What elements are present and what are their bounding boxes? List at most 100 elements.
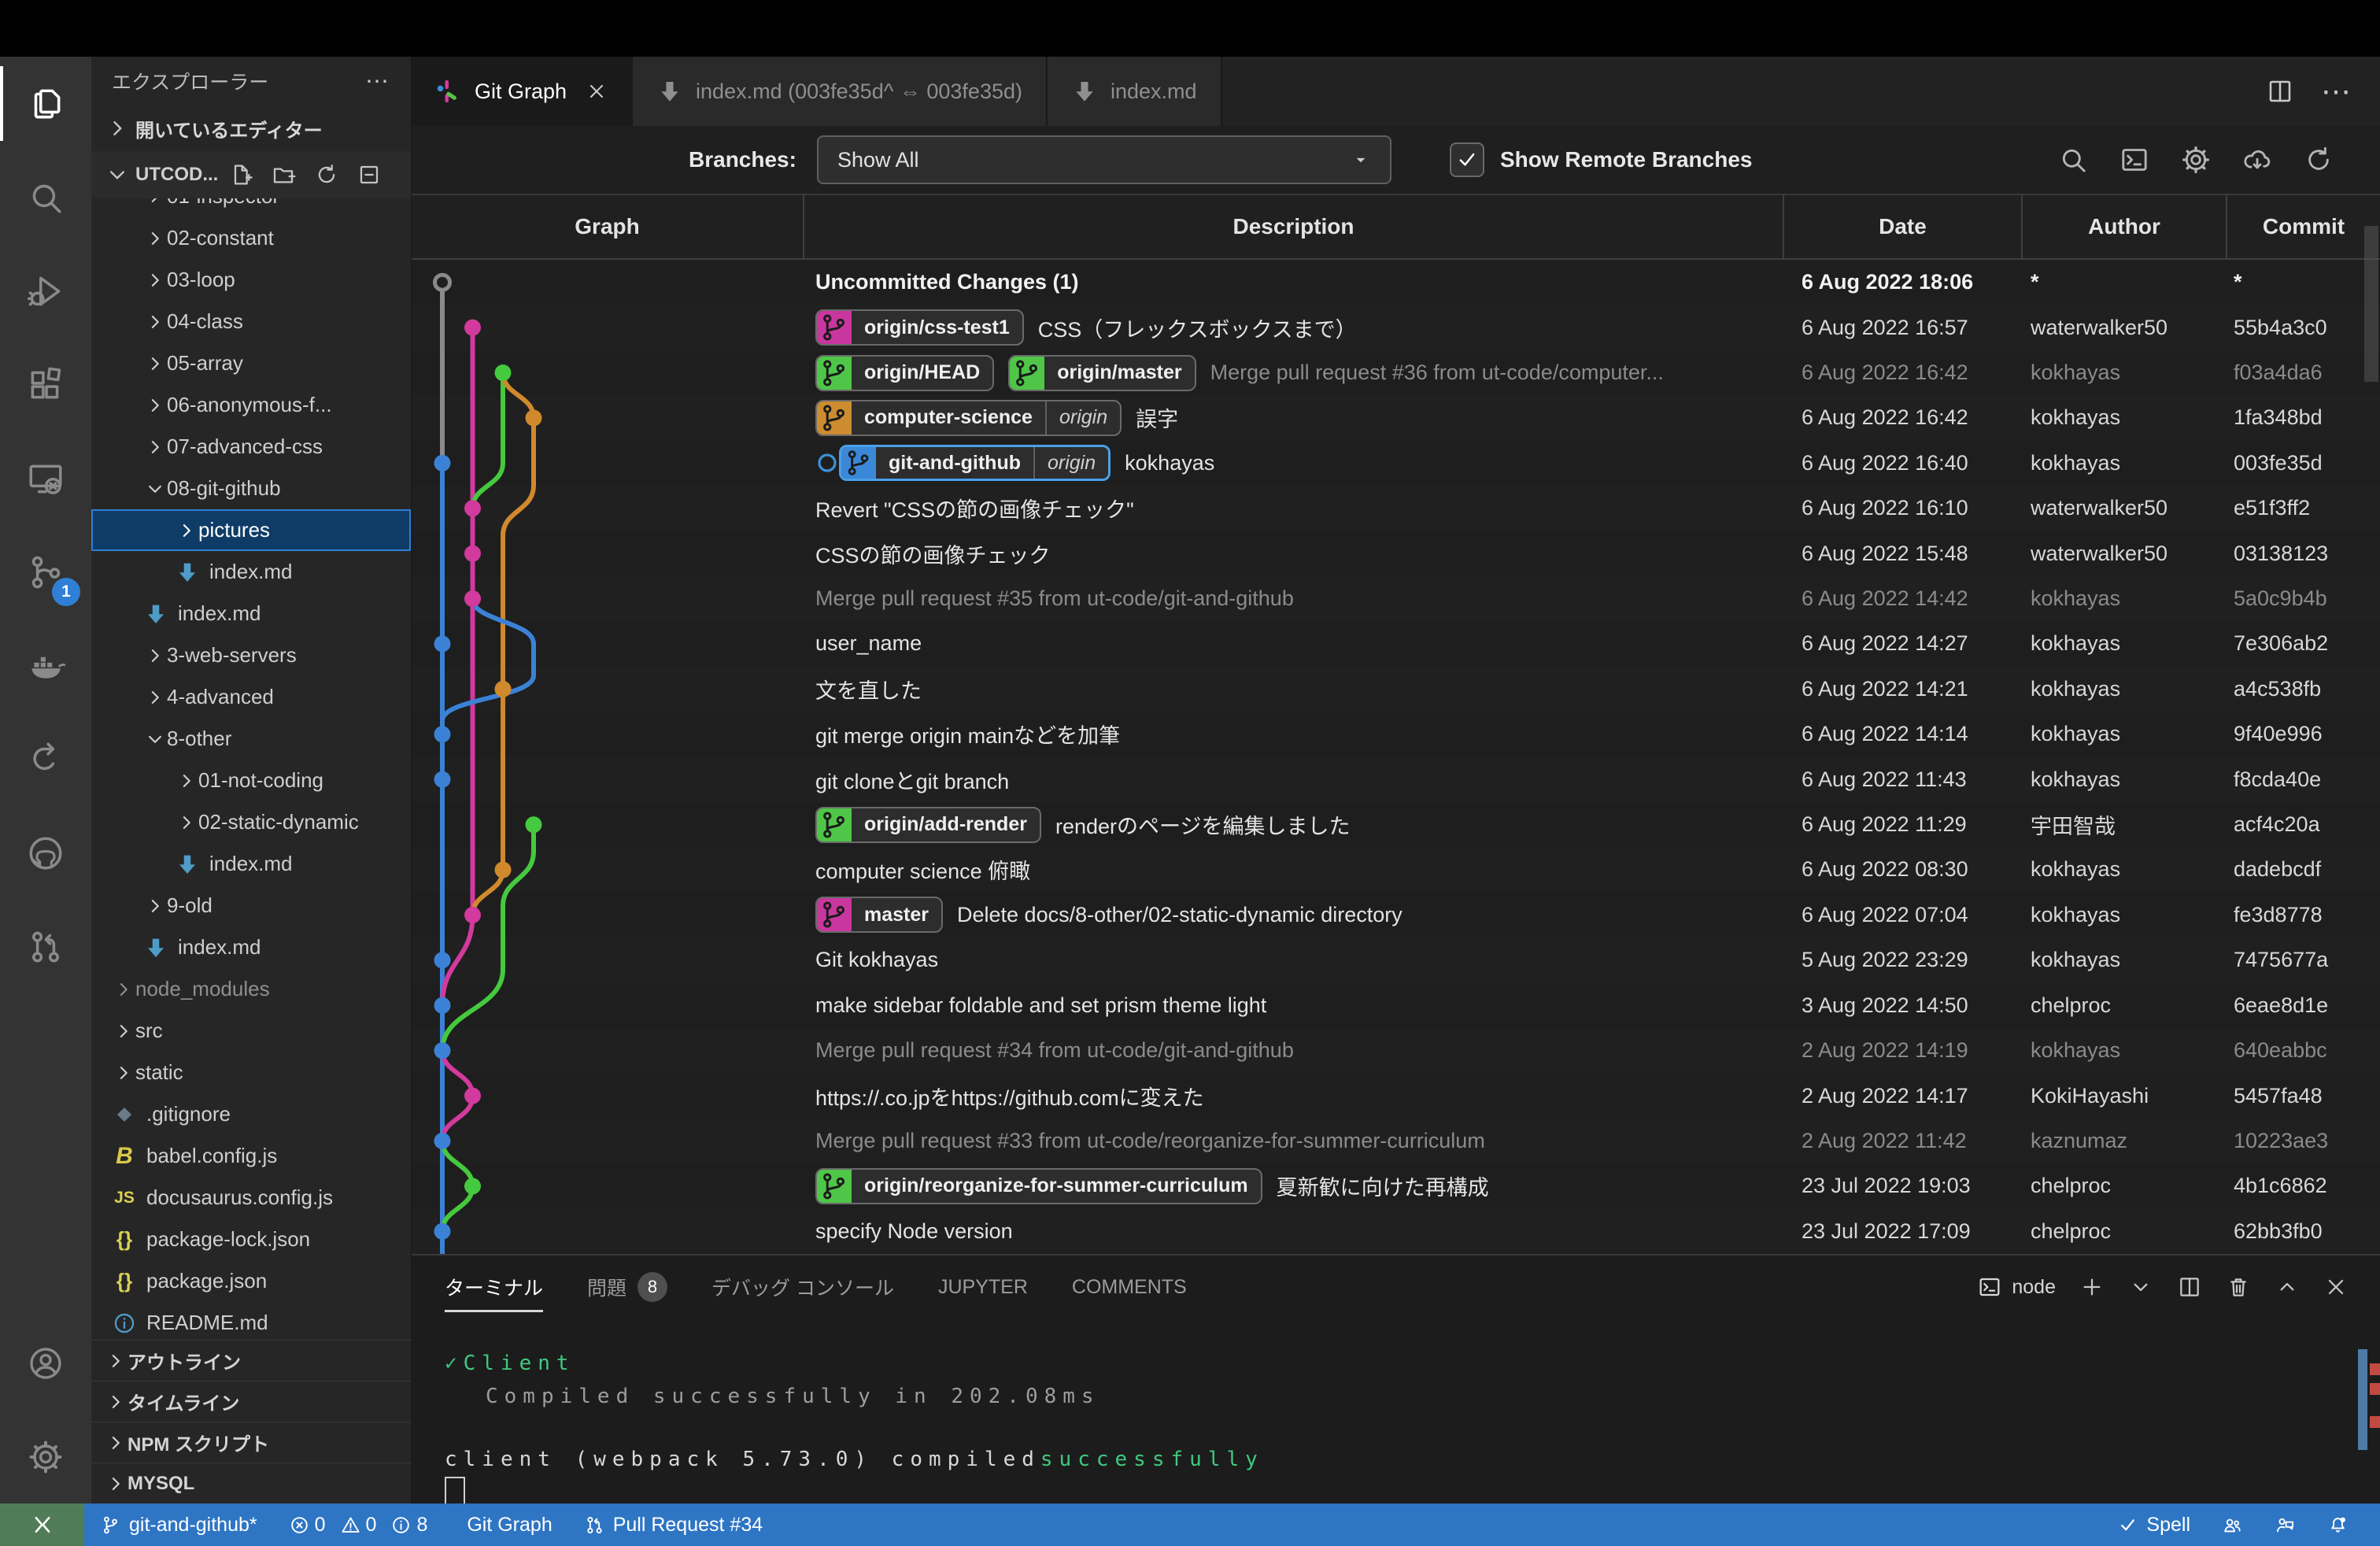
graph-settings-icon[interactable] xyxy=(2180,144,2212,176)
open-editors-section[interactable]: 開いているエディター xyxy=(91,105,411,151)
tree-folder-src[interactable]: src xyxy=(91,1010,411,1052)
tree-folder-8-other[interactable]: 8-other xyxy=(91,718,411,760)
terminal-dropdown-icon[interactable] xyxy=(2128,1274,2153,1300)
tree-file-index.md[interactable]: index.md xyxy=(91,593,411,634)
sidebar-section-アウトライン[interactable]: アウトライン xyxy=(91,1340,411,1381)
split-editor-icon[interactable] xyxy=(2266,77,2294,105)
activity-item-loop-tool[interactable] xyxy=(0,712,91,806)
activity-item-accounts[interactable] xyxy=(0,1316,91,1410)
panel-tab-ターミナル[interactable]: ターミナル xyxy=(445,1256,543,1319)
workspace-root-row[interactable]: UTCOD... xyxy=(91,151,411,198)
panel-tab-JUPYTER[interactable]: JUPYTER xyxy=(938,1256,1028,1319)
branch-label-git-and-github[interactable]: git-and-githuborigin xyxy=(839,445,1111,481)
shell-selector[interactable]: node xyxy=(1977,1274,2056,1300)
column-header-graph[interactable]: Graph xyxy=(412,195,804,258)
tree-file-docusaurus.config.js[interactable]: JSdocusaurus.config.js xyxy=(91,1177,411,1219)
tree-file-index.md[interactable]: index.md xyxy=(91,926,411,968)
panel-tab-デバッグ コンソール[interactable]: デバッグ コンソール xyxy=(711,1256,894,1319)
status-spell[interactable]: Spell xyxy=(2101,1503,2206,1546)
status-pull-request[interactable]: Pull Request #34 xyxy=(568,1503,778,1546)
branch-label-master[interactable]: master xyxy=(815,897,943,933)
tree-file-package-lock.json[interactable]: {}package-lock.json xyxy=(91,1219,411,1260)
refresh-explorer-icon[interactable] xyxy=(314,162,339,187)
tree-folder-07-advanced-css[interactable]: 07-advanced-css xyxy=(91,426,411,468)
tree-folder-02-static-dynamic[interactable]: 02-static-dynamic xyxy=(91,801,411,843)
tree-folder-4-advanced[interactable]: 4-advanced xyxy=(91,676,411,718)
tab-index.md[interactable]: index.md xyxy=(1048,57,1222,126)
activity-item-search[interactable] xyxy=(0,150,91,244)
tree-folder-03-loop[interactable]: 03-loop xyxy=(91,259,411,301)
tree-folder-02-constant[interactable]: 02-constant xyxy=(91,217,411,259)
status-organization[interactable] xyxy=(2206,1503,2259,1546)
tree-folder-01-not-coding[interactable]: 01-not-coding xyxy=(91,760,411,801)
tree-file-.gitignore[interactable]: .gitignore xyxy=(91,1093,411,1135)
tree-folder-01-inspector[interactable]: 01-inspector xyxy=(91,198,411,217)
tree-file-index.md[interactable]: index.md xyxy=(91,843,411,885)
fetch-remote-icon[interactable] xyxy=(2241,144,2273,176)
new-folder-icon[interactable] xyxy=(272,162,297,187)
tree-folder-3-web-servers[interactable]: 3-web-servers xyxy=(91,634,411,676)
branch-label-origin-css-test1[interactable]: origin/css-test1 xyxy=(815,309,1024,346)
tree-folder-pictures[interactable]: pictures xyxy=(91,509,411,551)
tree-file-README.md[interactable]: README.md xyxy=(91,1302,411,1344)
refresh-graph-icon[interactable] xyxy=(2303,144,2334,176)
branch-label-computer-science[interactable]: computer-scienceorigin xyxy=(815,400,1122,436)
kill-terminal-icon[interactable] xyxy=(2226,1274,2251,1300)
show-remote-checkbox[interactable] xyxy=(1450,142,1484,177)
tab-git[interactable]: Git Graph xyxy=(412,57,633,126)
activity-item-run-debug[interactable] xyxy=(0,244,91,338)
status-problems[interactable]: 008 xyxy=(273,1503,452,1546)
sidebar-section-MYSQL[interactable]: MYSQL xyxy=(91,1463,411,1503)
status-notifications[interactable] xyxy=(2312,1503,2364,1546)
new-file-icon[interactable] xyxy=(229,162,254,187)
activity-item-remote-explorer[interactable] xyxy=(0,431,91,525)
tree-folder-04-class[interactable]: 04-class xyxy=(91,301,411,342)
split-terminal-icon[interactable] xyxy=(2177,1274,2202,1300)
open-terminal-icon[interactable] xyxy=(2119,144,2150,176)
collapse-folders-icon[interactable] xyxy=(357,162,382,187)
activity-item-settings[interactable] xyxy=(0,1410,91,1503)
branch-label-origin-reorganize-for-summer-curriculum[interactable]: origin/reorganize-for-summer-curriculum xyxy=(815,1168,1262,1204)
status-feedback[interactable] xyxy=(2259,1503,2312,1546)
tree-folder-05-array[interactable]: 05-array xyxy=(91,342,411,384)
tree-file-package.json[interactable]: {}package.json xyxy=(91,1260,411,1302)
panel-tab-COMMENTS[interactable]: COMMENTS xyxy=(1072,1256,1187,1319)
activity-item-github[interactable] xyxy=(0,806,91,900)
more-actions-icon[interactable]: ⋯ xyxy=(2321,74,2353,109)
panel-tab-問題[interactable]: 問題8 xyxy=(587,1256,667,1319)
terminal-scrollbar[interactable] xyxy=(2358,1349,2367,1450)
column-header-description[interactable]: Description xyxy=(804,195,1784,258)
branches-dropdown[interactable]: Show All xyxy=(817,135,1391,184)
sidebar-section-NPM スクリプト[interactable]: NPM スクリプト xyxy=(91,1422,411,1463)
activity-item-docker[interactable] xyxy=(0,619,91,712)
tree-folder-node_modules[interactable]: node_modules xyxy=(91,968,411,1010)
tree-file-index.md[interactable]: index.md xyxy=(91,551,411,593)
activity-item-explorer[interactable] xyxy=(0,57,91,150)
status-remote-indicator[interactable] xyxy=(0,1503,84,1546)
maximize-panel-icon[interactable] xyxy=(2275,1274,2300,1300)
tree-folder-9-old[interactable]: 9-old xyxy=(91,885,411,926)
column-header-author[interactable]: Author xyxy=(2023,195,2227,258)
tab-index.md[interactable]: index.md (003fe35d^ ⇔ 003fe35d) xyxy=(633,57,1048,126)
find-commit-icon[interactable] xyxy=(2057,144,2089,176)
status-branch[interactable]: git-and-github* xyxy=(84,1503,273,1546)
activity-item-pull-requests[interactable] xyxy=(0,900,91,993)
column-header-commit[interactable]: Commit xyxy=(2227,195,2380,258)
close-tab-icon[interactable] xyxy=(586,80,608,102)
status-git-graph[interactable]: Git Graph xyxy=(451,1503,567,1546)
sidebar-more-icon[interactable]: ⋯ xyxy=(365,68,390,95)
editor-scrollbar[interactable] xyxy=(2364,226,2378,382)
activity-item-git-graph[interactable]: 1 xyxy=(0,525,91,619)
tree-folder-static[interactable]: static xyxy=(91,1052,411,1093)
column-header-date[interactable]: Date xyxy=(1784,195,2023,258)
tree-file-babel.config.js[interactable]: Bbabel.config.js xyxy=(91,1135,411,1177)
branch-label-origin-HEAD[interactable]: origin/HEAD xyxy=(815,355,994,391)
activity-item-extensions[interactable] xyxy=(0,338,91,431)
terminal-output[interactable]: ✓ ClientCompiled successfully in 202.08m… xyxy=(412,1319,2380,1509)
new-terminal-icon[interactable] xyxy=(2079,1274,2105,1300)
branch-label-origin-add-render[interactable]: origin/add-render xyxy=(815,807,1041,843)
tree-folder-06-anonymous-f...[interactable]: 06-anonymous-f... xyxy=(91,384,411,426)
close-panel-icon[interactable] xyxy=(2323,1274,2349,1300)
tree-folder-08-git-github[interactable]: 08-git-github xyxy=(91,468,411,509)
branch-label-origin-master[interactable]: origin/master xyxy=(1008,355,1196,391)
